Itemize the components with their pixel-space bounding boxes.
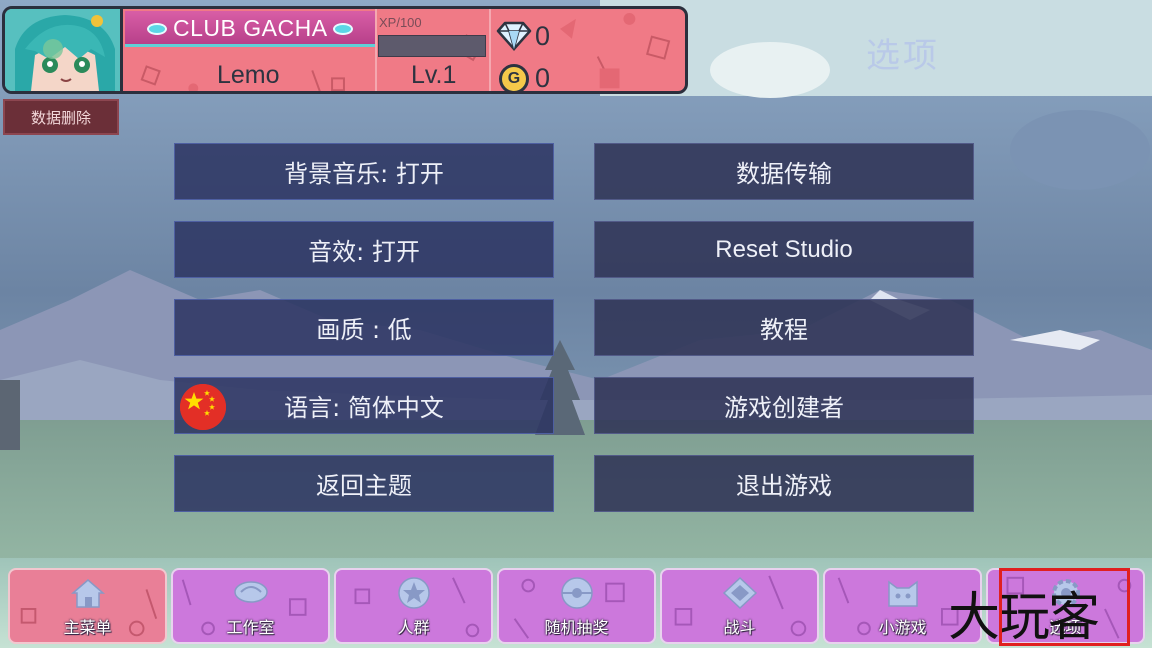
tab-gacha[interactable]: 随机抽奖 — [497, 568, 656, 644]
gold-count: 0 — [535, 63, 551, 93]
gem-count: 0 — [535, 21, 551, 51]
reset-studio-label: Reset Studio — [715, 235, 853, 263]
sfx-toggle-button[interactable]: 音效: 打开 — [174, 221, 554, 278]
tab-battle[interactable]: 战斗 — [660, 568, 819, 644]
tab-label: 战斗 — [723, 618, 756, 637]
player-level: Lv.1 — [411, 61, 457, 89]
language-button[interactable]: 语言: 简体中文 — [174, 377, 554, 434]
card-divider — [375, 9, 377, 91]
tab-label: 人群 — [397, 618, 430, 637]
data-transfer-button[interactable]: 数据传输 — [594, 143, 974, 200]
data-transfer-label: 数据传输 — [736, 160, 832, 188]
options-tab-highlight — [999, 568, 1130, 646]
card-divider — [489, 9, 491, 91]
diamond-icon — [496, 21, 532, 51]
credits-label: 游戏创建者 — [724, 394, 844, 422]
page-title: 选项 — [866, 36, 940, 76]
exit-game-button[interactable]: 退出游戏 — [594, 455, 974, 512]
player-card: CLUB GACHA Lemo XP/100 Lv.1 0 G 0 — [2, 6, 688, 94]
club-name: CLUB GACHA — [173, 15, 328, 41]
return-title-label: 返回主题 — [316, 472, 412, 500]
sfx-label: 音效: 打开 — [308, 238, 420, 266]
star-icon — [397, 577, 430, 609]
reset-studio-button[interactable]: Reset Studio — [594, 221, 974, 278]
club-name-bar: CLUB GACHA — [125, 11, 375, 47]
tab-studio[interactable]: 工作室 — [171, 568, 330, 644]
gold-coin-icon: G — [499, 64, 529, 91]
avatar[interactable] — [5, 9, 123, 91]
tab-label: 工作室 — [226, 618, 275, 637]
exit-game-label: 退出游戏 — [736, 472, 832, 500]
player-name: Lemo — [217, 61, 280, 89]
background-scene — [0, 0, 1152, 648]
studio-icon — [233, 581, 268, 603]
language-label: 语言: 简体中文 — [284, 394, 444, 422]
tutorial-label: 教程 — [760, 316, 808, 344]
tab-main-menu[interactable]: 主菜单 — [8, 568, 167, 644]
gacha-ball-icon — [560, 577, 593, 609]
delete-data-button[interactable]: 数据删除 — [3, 99, 119, 135]
bgm-toggle-button[interactable]: 背景音乐: 打开 — [174, 143, 554, 200]
credits-button[interactable]: 游戏创建者 — [594, 377, 974, 434]
china-flag-icon — [180, 384, 226, 430]
club-left-oval-icon — [147, 23, 167, 35]
xp-progress-bar — [378, 35, 486, 57]
tab-crowd[interactable]: 人群 — [334, 568, 493, 644]
quality-button[interactable]: 画质 : 低 — [174, 299, 554, 356]
tab-label: 随机抽奖 — [544, 618, 609, 637]
avatar-portrait-icon — [5, 9, 120, 91]
cat-icon — [887, 580, 918, 607]
home-icon — [70, 579, 105, 608]
battle-icon — [722, 576, 757, 610]
xp-label: XP/100 — [379, 15, 422, 30]
quality-label: 画质 : 低 — [316, 316, 412, 344]
bgm-label: 背景音乐: 打开 — [284, 160, 444, 188]
return-title-button[interactable]: 返回主题 — [174, 455, 554, 512]
tutorial-button[interactable]: 教程 — [594, 299, 974, 356]
club-right-oval-icon — [333, 23, 353, 35]
tab-label: 主菜单 — [63, 618, 112, 637]
